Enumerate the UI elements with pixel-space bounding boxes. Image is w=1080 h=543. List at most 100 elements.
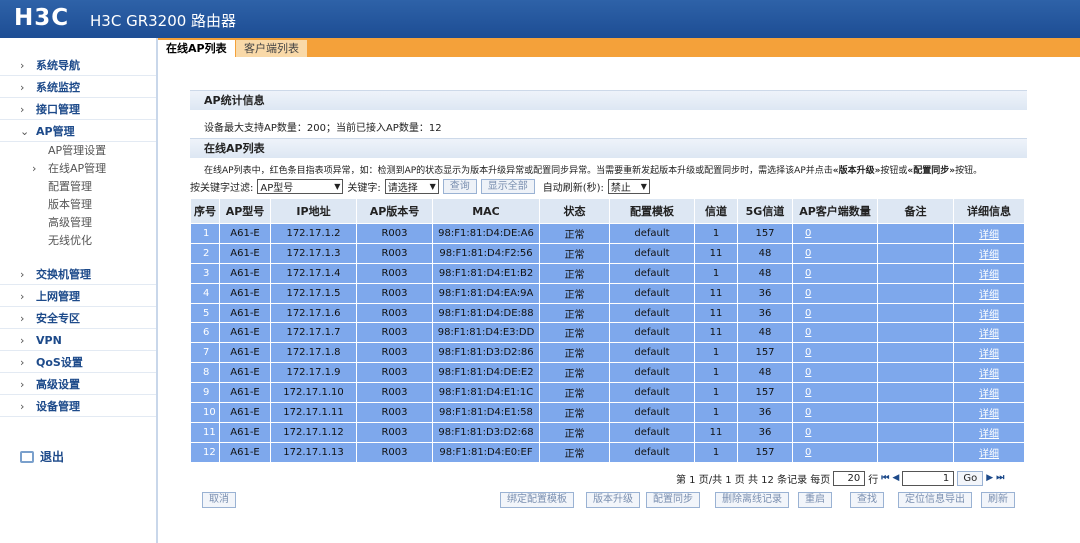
show-all-button[interactable]: 显示全部	[480, 178, 535, 194]
sidebar-subitem-advanced[interactable]: 高级管理	[48, 214, 92, 232]
cancel-button[interactable]: 取消	[202, 492, 236, 508]
detail-link[interactable]: 详细	[979, 270, 999, 281]
sidebar-item-security[interactable]: › 安全专区	[0, 309, 156, 329]
client-count-link[interactable]: 0	[805, 308, 811, 319]
per-page-input[interactable]: 20	[833, 470, 866, 486]
sidebar-item-interface[interactable]: › 接口管理	[0, 100, 156, 120]
column-header[interactable]: 配置模板	[609, 198, 695, 224]
sidebar-subitem-ap-settings[interactable]: AP管理设置	[48, 142, 106, 160]
keyword-select[interactable]: 请选择 ▼	[384, 178, 439, 194]
table-cell: 1	[694, 223, 738, 244]
table-cell: default	[609, 402, 695, 423]
client-count-link[interactable]: 0	[805, 407, 811, 418]
detail-link[interactable]: 详细	[979, 250, 999, 261]
next-page-icon[interactable]: ▶	[986, 473, 993, 483]
sidebar-item-device[interactable]: › 设备管理	[0, 397, 156, 417]
column-header[interactable]: 备注	[877, 198, 954, 224]
last-page-icon[interactable]: ⏭	[996, 473, 1004, 483]
sidebar-subitem-version[interactable]: 版本管理	[48, 196, 92, 214]
table-row[interactable]: 10 A61-E 172.17.1.11 R003 98:F1:81:D4:E1:58 正…	[190, 402, 1025, 423]
detail-link[interactable]: 详细	[979, 409, 999, 420]
table-row[interactable]: 12 A61-E 172.17.1.13 R003 98:F1:81:D4:E0:EF 正…	[190, 441, 1025, 463]
column-header[interactable]: 状态	[539, 198, 610, 224]
sidebar-item-system-monitor[interactable]: › 系统监控	[0, 78, 156, 98]
find-button[interactable]: 查找	[850, 492, 884, 508]
detail-link[interactable]: 详细	[979, 349, 999, 360]
column-header[interactable]: IP地址	[270, 198, 357, 224]
version-upgrade-button[interactable]: 版本升级	[586, 492, 640, 508]
detail-link[interactable]: 详细	[979, 290, 999, 301]
column-header[interactable]: 详细信息	[953, 198, 1025, 224]
reboot-button[interactable]: 重启	[798, 492, 832, 508]
table-cell: 98:F1:81:D4:E1:1C	[432, 382, 540, 404]
detail-link[interactable]: 详细	[979, 449, 999, 460]
table-row[interactable]: 8 A61-E 172.17.1.9 R003 98:F1:81:D4:DE:E2 正常 d…	[190, 362, 1025, 384]
config-sync-button[interactable]: 配置同步	[646, 492, 700, 508]
detail-link[interactable]: 详细	[979, 230, 999, 241]
table-cell: default	[609, 342, 695, 364]
column-header[interactable]: AP客户端数量	[792, 198, 878, 224]
table-cell: 正常	[539, 382, 610, 404]
export-location-button[interactable]: 定位信息导出	[898, 492, 972, 508]
table-cell: 正常	[539, 322, 610, 344]
refresh-button[interactable]: 刷新	[981, 492, 1015, 508]
detail-link[interactable]: 详细	[979, 310, 999, 321]
table-row[interactable]: 1 A61-E 172.17.1.2 R003 98:F1:81:D4:DE:A6 正常 d…	[190, 223, 1025, 244]
sidebar-item-advanced-settings[interactable]: › 高级设置	[0, 375, 156, 395]
column-header[interactable]: 5G信道	[737, 198, 793, 224]
client-count-link[interactable]: 0	[805, 248, 811, 259]
client-count-link[interactable]: 0	[805, 228, 811, 239]
table-row[interactable]: 4 A61-E 172.17.1.5 R003 98:F1:81:D4:EA:9A 正常 d…	[190, 282, 1025, 304]
column-header[interactable]: AP版本号	[356, 198, 433, 224]
table-row[interactable]: 2 A61-E 172.17.1.3 R003 98:F1:81:D4:F2:56 正常 d…	[190, 242, 1025, 264]
client-count-link[interactable]: 0	[805, 347, 811, 358]
tab-client-list[interactable]: 客户端列表	[236, 40, 307, 57]
client-count-link[interactable]: 0	[805, 367, 811, 378]
bind-template-button[interactable]: 绑定配置模板	[500, 492, 574, 508]
table-cell: 98:F1:81:D4:E3:DD	[432, 322, 540, 344]
delete-offline-button[interactable]: 删除离线记录	[715, 492, 789, 508]
logout-button[interactable]: 退出	[20, 448, 64, 465]
detail-link[interactable]: 详细	[979, 329, 999, 340]
table-row[interactable]: 3 A61-E 172.17.1.4 R003 98:F1:81:D4:E1:B2 正常 d…	[190, 262, 1025, 284]
table-row[interactable]: 6 A61-E 172.17.1.7 R003 98:F1:81:D4:E3:DD 正常 d…	[190, 322, 1025, 344]
page-number-input[interactable]: 1	[902, 470, 955, 486]
table-cell	[877, 282, 954, 304]
client-count-link[interactable]: 0	[805, 327, 811, 338]
table-row[interactable]: 9 A61-E 172.17.1.10 R003 98:F1:81:D4:E1:1C 正常…	[190, 382, 1025, 404]
detail-link[interactable]: 详细	[979, 389, 999, 400]
sidebar-subitem-wireless-opt[interactable]: 无线优化	[48, 232, 92, 250]
sidebar-item-switch[interactable]: › 交换机管理	[0, 265, 156, 285]
table-row[interactable]: 11 A61-E 172.17.1.12 R003 98:F1:81:D3:D2:68 正…	[190, 421, 1025, 443]
sidebar-item-qos[interactable]: › QoS设置	[0, 353, 156, 373]
detail-link[interactable]: 详细	[979, 369, 999, 380]
column-header[interactable]: 序号	[190, 198, 220, 224]
go-button[interactable]: Go	[957, 470, 984, 486]
table-cell: 1	[694, 342, 738, 364]
client-count-link[interactable]: 0	[805, 427, 811, 438]
table-cell: 98:F1:81:D4:E1:B2	[432, 262, 540, 284]
sidebar-subitem-online-ap[interactable]: › 在线AP管理	[32, 160, 106, 178]
filter-field-select[interactable]: AP型号 ▼	[257, 178, 344, 194]
sidebar-subitem-config[interactable]: 配置管理	[48, 178, 92, 196]
detail-link[interactable]: 详细	[979, 429, 999, 440]
sidebar-item-ap-management[interactable]: ⌄ AP管理	[0, 122, 156, 142]
sidebar-item-system-nav[interactable]: › 系统导航	[0, 56, 156, 76]
sidebar-item-vpn[interactable]: › VPN	[0, 331, 156, 351]
client-count-link[interactable]: 0	[805, 288, 811, 299]
table-row[interactable]: 5 A61-E 172.17.1.6 R003 98:F1:81:D4:DE:88 正常 d…	[190, 302, 1025, 324]
column-header[interactable]: AP型号	[219, 198, 271, 224]
query-button[interactable]: 查询	[442, 178, 477, 194]
table-cell: 98:F1:81:D4:F2:56	[432, 242, 540, 264]
client-count-link[interactable]: 0	[805, 447, 811, 458]
first-page-icon[interactable]: ⏮	[881, 473, 889, 483]
tab-online-ap-list[interactable]: 在线AP列表	[158, 40, 235, 57]
client-count-link[interactable]: 0	[805, 268, 811, 279]
column-header[interactable]: MAC	[432, 198, 540, 224]
auto-refresh-select[interactable]: 禁止 ▼	[607, 178, 650, 194]
column-header[interactable]: 信道	[694, 198, 738, 224]
sidebar-item-internet[interactable]: › 上网管理	[0, 287, 156, 307]
client-count-link[interactable]: 0	[805, 387, 811, 398]
table-row[interactable]: 7 A61-E 172.17.1.8 R003 98:F1:81:D3:D2:86 正常 d…	[190, 342, 1025, 364]
prev-page-icon[interactable]: ◀	[892, 473, 899, 483]
